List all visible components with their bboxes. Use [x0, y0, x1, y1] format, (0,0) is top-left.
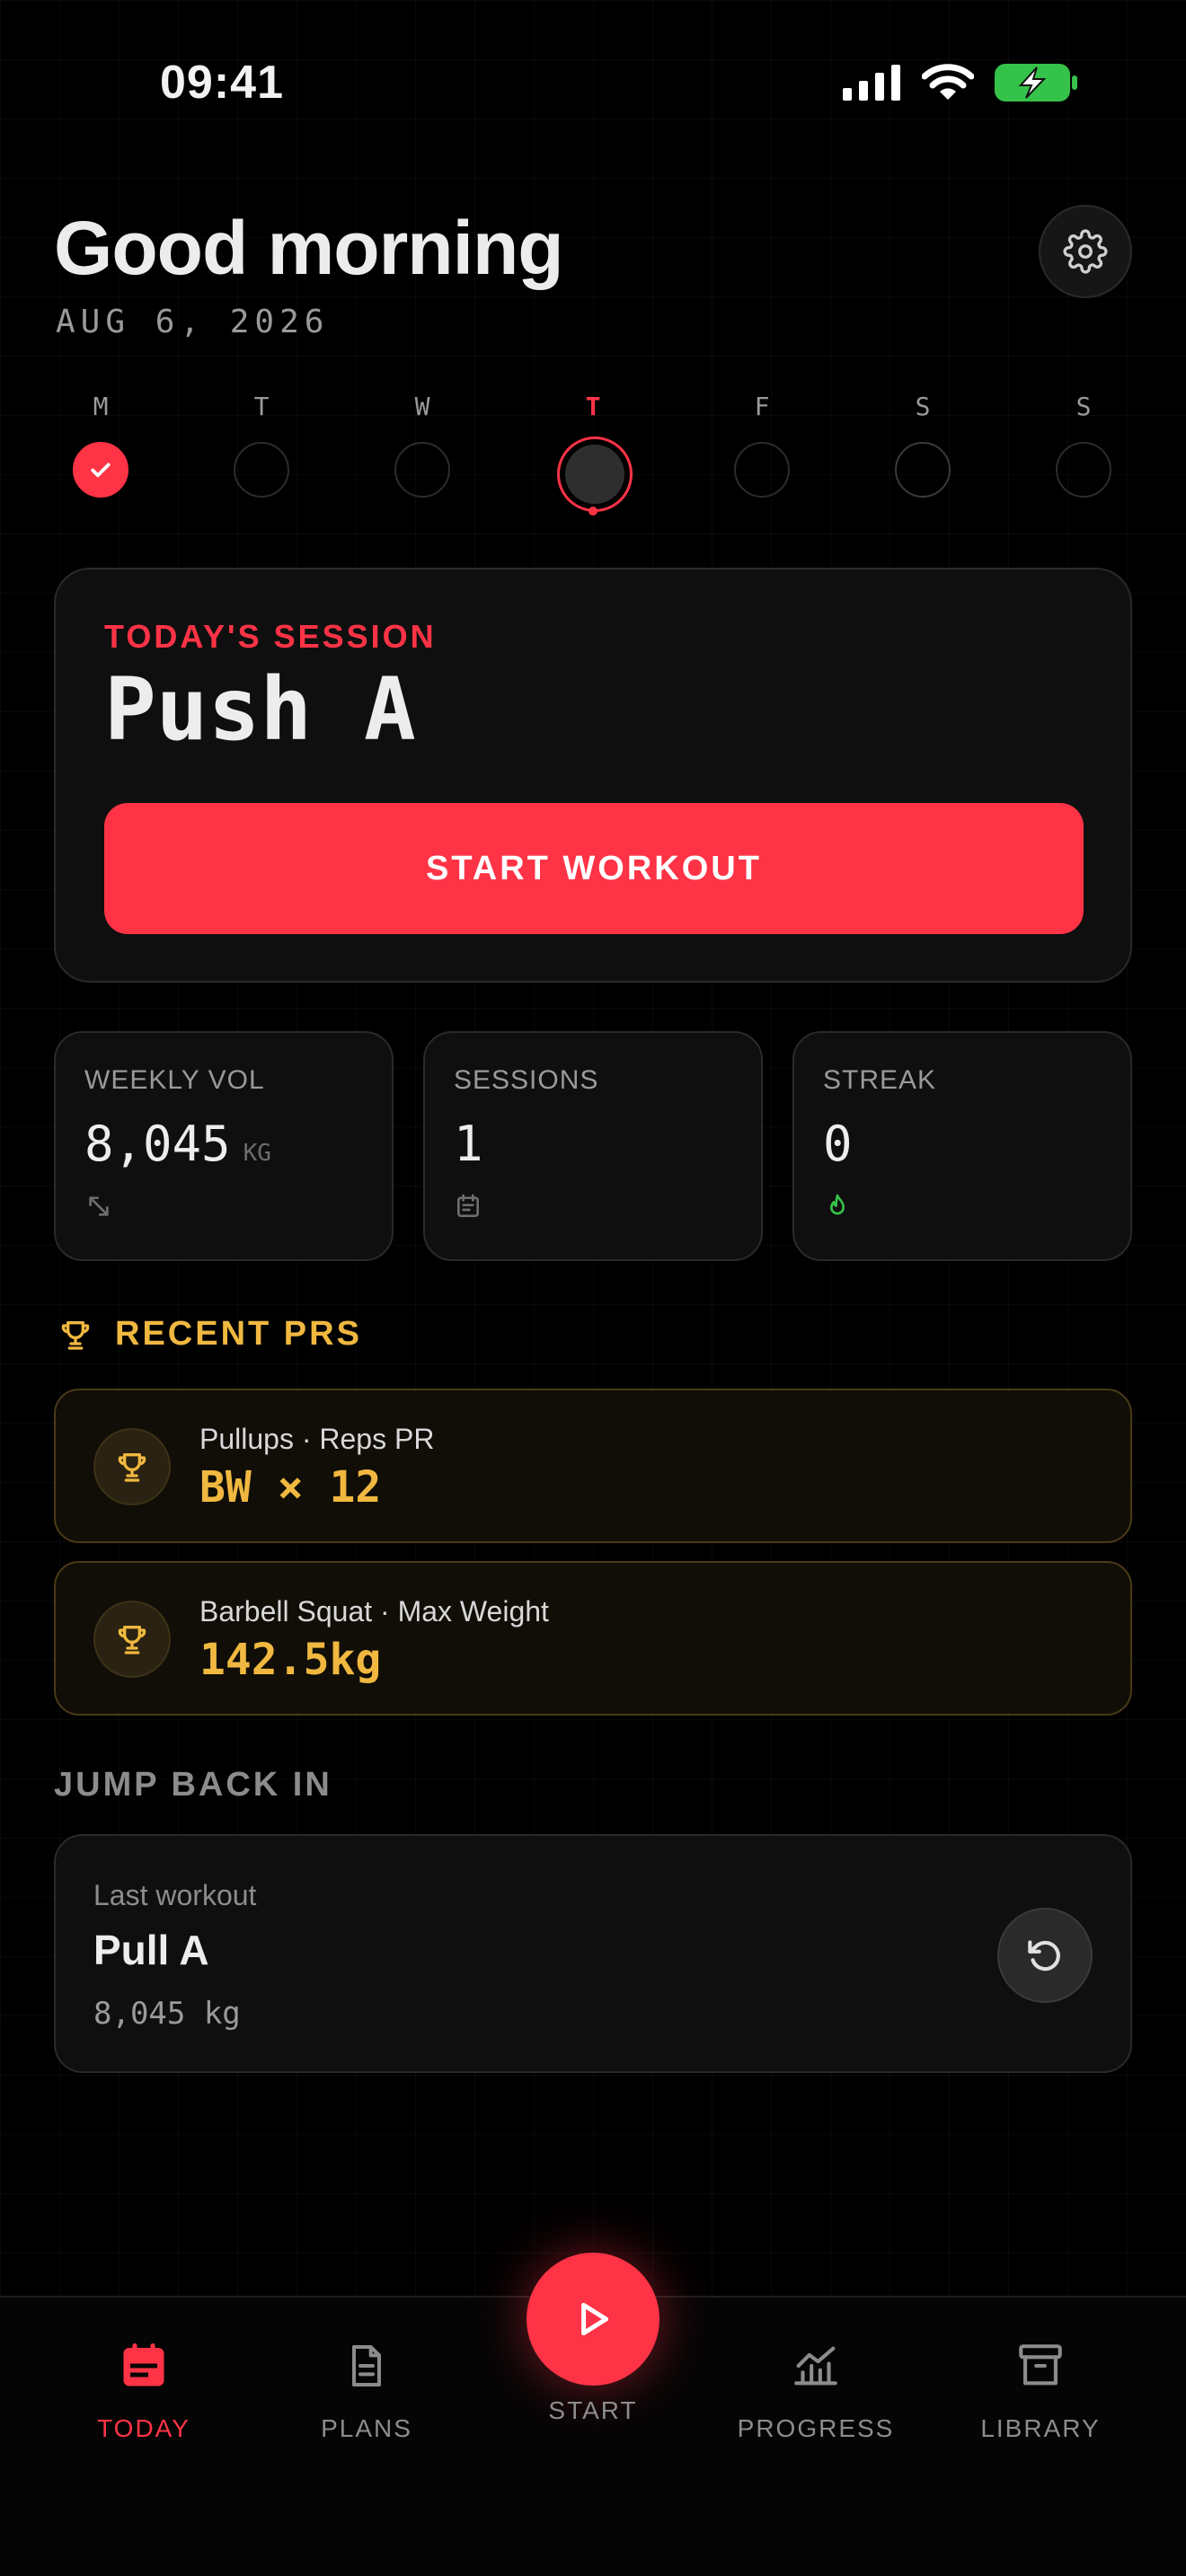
- start-label: START: [548, 2396, 638, 2424]
- day-letter: S: [915, 392, 931, 421]
- jump-back-title: JUMP BACK IN: [54, 1766, 332, 1804]
- flame-icon: [823, 1192, 1102, 1225]
- tab-label: PROGRESS: [737, 2414, 895, 2442]
- day-thursday[interactable]: T: [557, 392, 633, 516]
- document-icon: [259, 2330, 474, 2402]
- stat-unit: KG: [243, 1140, 271, 1167]
- day-saturday[interactable]: S: [887, 392, 959, 498]
- stat-value-row: 1: [454, 1116, 732, 1172]
- stat-value: 8,045: [84, 1116, 231, 1172]
- start-workout-button[interactable]: START WORKOUT: [104, 803, 1084, 934]
- tab-label: TODAY: [97, 2414, 190, 2442]
- day-tuesday[interactable]: T: [226, 392, 297, 498]
- status-time: 09:41: [160, 57, 284, 109]
- stat-streak: STREAK 0: [792, 1031, 1132, 1261]
- day-monday[interactable]: M: [65, 392, 137, 498]
- day-letter: M: [93, 392, 109, 421]
- last-workout-volume: 8,045 kg: [93, 1996, 241, 2032]
- today-marker: [589, 507, 597, 516]
- tab-label: PLANS: [321, 2414, 412, 2442]
- rotate-ccw-icon: [1028, 1940, 1060, 1972]
- wifi-icon: [922, 64, 974, 100]
- stat-label: SESSIONS: [454, 1065, 599, 1095]
- tab-plans[interactable]: PLANS: [259, 2330, 474, 2443]
- day-wednesday[interactable]: W: [386, 392, 458, 498]
- stat-value-row: 0: [823, 1116, 1102, 1172]
- stat-label: WEEKLY VOL: [84, 1065, 265, 1095]
- check-icon: [91, 463, 111, 478]
- tab-today[interactable]: TODAY: [36, 2330, 252, 2443]
- repeat-workout-button[interactable]: [997, 1908, 1093, 2003]
- signal-icon: [843, 65, 900, 101]
- day-status-empty: [394, 442, 450, 498]
- day-status-empty: [895, 442, 951, 498]
- stat-label: STREAK: [823, 1065, 937, 1095]
- day-friday[interactable]: F: [726, 392, 798, 498]
- pr-meta: Barbell Squat · Max Weight: [199, 1595, 549, 1628]
- day-letter: W: [414, 392, 430, 421]
- day-status-empty: [234, 442, 289, 498]
- settings-button[interactable]: [1039, 205, 1132, 298]
- archive-icon: [933, 2330, 1148, 2402]
- last-workout-name: Pull A: [93, 1927, 209, 1973]
- stat-value: 1: [454, 1116, 483, 1172]
- day-letter: S: [1075, 392, 1092, 421]
- day-status-empty: [734, 442, 790, 498]
- week-strip: M T W T F S S: [54, 392, 1132, 535]
- stat-value: 0: [823, 1116, 853, 1172]
- trophy-icon: [58, 1317, 93, 1357]
- calendar-icon: [454, 1192, 732, 1225]
- chart-icon: [708, 2330, 924, 2402]
- play-icon: [581, 2302, 609, 2336]
- gear-icon: [1063, 229, 1108, 274]
- arrows-diagonal-icon: [84, 1192, 363, 1225]
- pr-meta: Pullups · Reps PR: [199, 1423, 435, 1455]
- session-name: Push A: [104, 659, 416, 760]
- grid-background: [0, 0, 1186, 2576]
- battery-charging-icon: [995, 64, 1077, 101]
- status-icons: [843, 63, 1078, 102]
- trophy-icon: [93, 1428, 171, 1505]
- todays-session-card: TODAY'S SESSION Push A START WORKOUT: [54, 568, 1132, 983]
- start-fab-button[interactable]: [527, 2253, 659, 2386]
- stat-value-row: 8,045 KG: [84, 1116, 363, 1172]
- day-letter: T: [253, 392, 270, 421]
- date-label: AUG 6, 2026: [56, 304, 330, 340]
- pr-card[interactable]: Pullups · Reps PR BW × 12: [54, 1389, 1132, 1543]
- last-workout-label: Last workout: [93, 1879, 257, 1911]
- day-status-empty: [1056, 442, 1111, 498]
- last-workout-card[interactable]: Last workout Pull A 8,045 kg: [54, 1834, 1132, 2073]
- page-title: Good morning: [54, 206, 564, 290]
- stat-weekly-volume: WEEKLY VOL 8,045 KG: [54, 1031, 394, 1261]
- pr-value: 142.5kg: [199, 1635, 382, 1685]
- tab-progress[interactable]: PROGRESS: [708, 2330, 924, 2443]
- tab-library[interactable]: LIBRARY: [933, 2330, 1148, 2443]
- day-sunday[interactable]: S: [1048, 392, 1120, 498]
- pr-value: BW × 12: [199, 1462, 382, 1513]
- stat-sessions: SESSIONS 1: [423, 1031, 763, 1261]
- day-letter-today: T: [585, 392, 601, 421]
- day-status-done: [73, 442, 128, 498]
- calendar-icon: [36, 2330, 252, 2402]
- recent-prs-title: RECENT PRS: [115, 1315, 362, 1353]
- session-label: TODAY'S SESSION: [104, 618, 437, 655]
- day-status-today: [557, 437, 633, 512]
- trophy-icon: [93, 1601, 171, 1678]
- day-letter: F: [754, 392, 770, 421]
- tab-label: LIBRARY: [980, 2414, 1101, 2442]
- pr-card[interactable]: Barbell Squat · Max Weight 142.5kg: [54, 1561, 1132, 1716]
